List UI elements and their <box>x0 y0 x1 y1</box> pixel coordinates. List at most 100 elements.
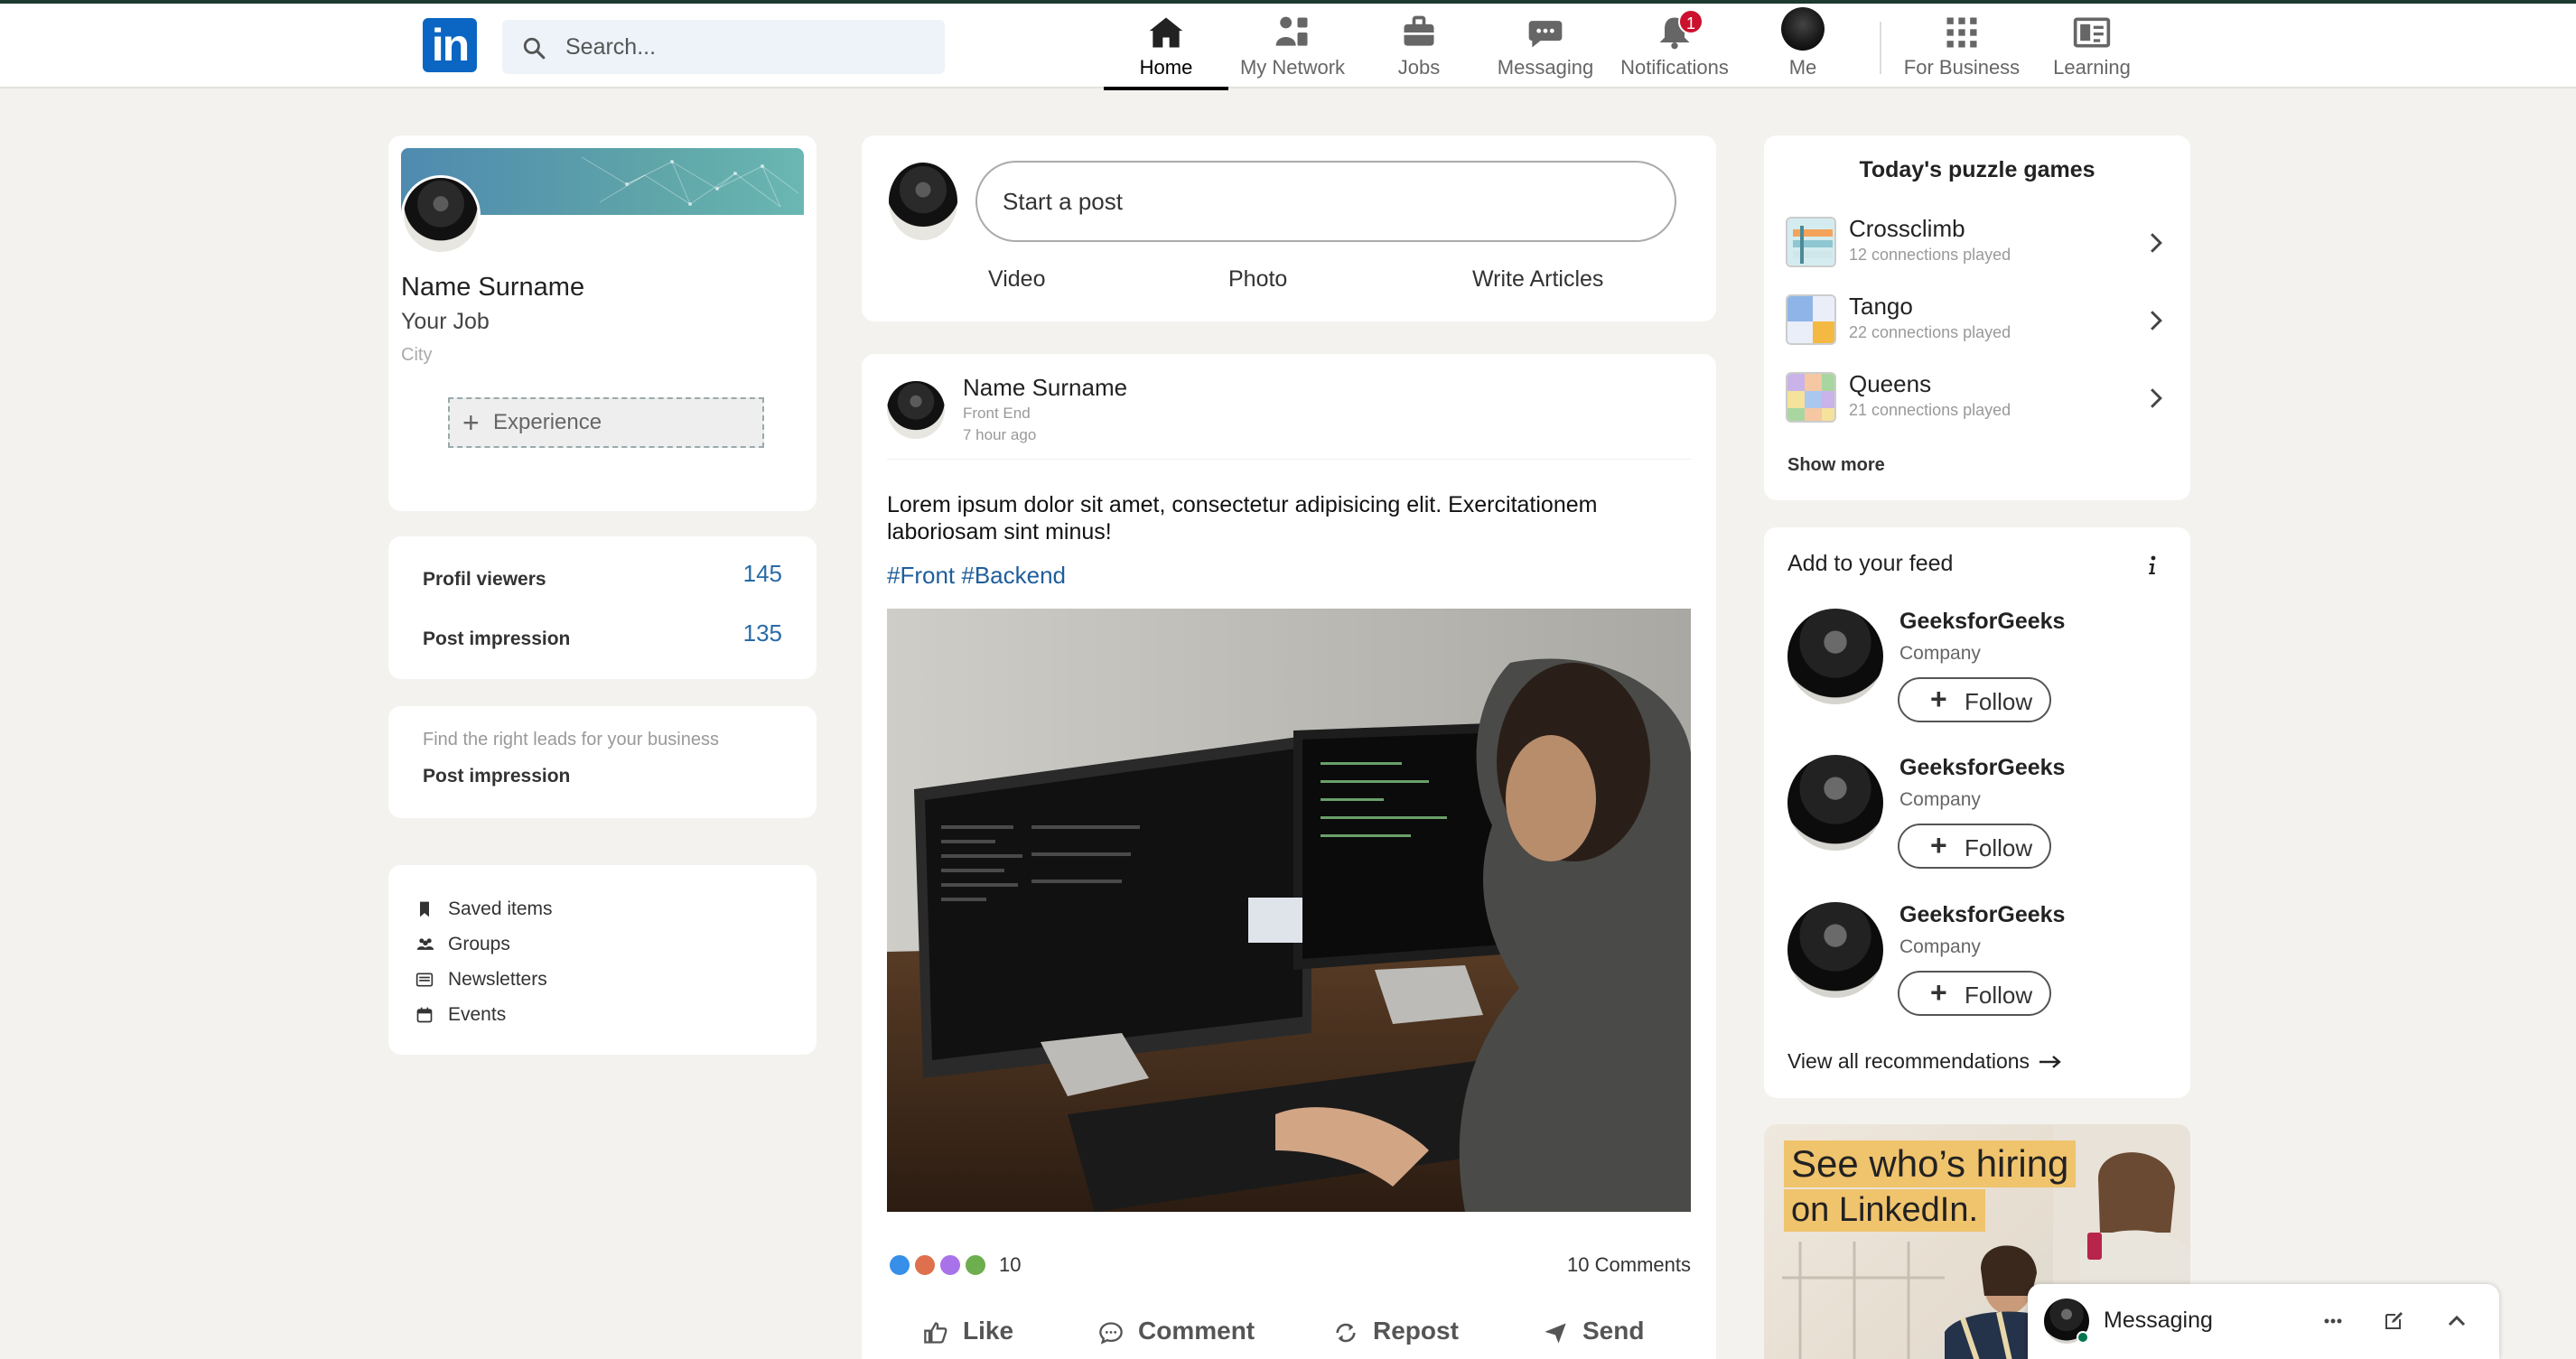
company-name[interactable]: GeeksforGeeks <box>1899 609 2065 635</box>
nav-home-label: Home <box>1139 56 1193 79</box>
profile-city: City <box>401 345 433 365</box>
game-title: Tango <box>1849 293 1913 320</box>
nav-for-business-label: For Business <box>1903 56 2021 79</box>
me-avatar <box>1781 7 1825 51</box>
reaction-icons <box>888 1253 987 1277</box>
follow-button[interactable]: + Follow <box>1898 971 2051 1016</box>
show-more-link[interactable]: Show more <box>1787 455 1885 476</box>
arrow-right-icon <box>2039 1056 2061 1068</box>
profile-name[interactable]: Name Surname <box>401 273 584 303</box>
shortcut-label: Groups <box>448 934 510 954</box>
briefcase-icon <box>1404 15 1434 46</box>
plus-icon: + <box>1930 683 1947 715</box>
search-box[interactable] <box>502 20 945 74</box>
follow-label: Follow <box>1965 834 2033 861</box>
comments-count[interactable]: 10 Comments <box>1567 1253 1691 1277</box>
game-subtitle: 22 connections played <box>1849 323 2011 341</box>
linkedin-logo[interactable]: in <box>423 18 477 72</box>
send-label: Send <box>1582 1317 1645 1345</box>
nav-jobs-label: Jobs <box>1397 56 1441 79</box>
recommendation-item: GeeksforGeeks Company + Follow <box>1787 609 2167 735</box>
add-to-feed-title: Add to your feed <box>1787 551 1954 576</box>
ad-headline-line2: on LinkedIn. <box>1784 1189 1986 1232</box>
composer-photo-button[interactable]: Photo <box>1228 266 1287 293</box>
learning-icon <box>2073 17 2111 48</box>
post-author-role: Front End <box>963 405 1031 422</box>
game-tango[interactable]: Tango 22 connections played <box>1786 291 2165 349</box>
nav-learning-label: Learning <box>2053 56 2131 79</box>
nav-my-network-label: My Network <box>1239 56 1346 79</box>
profile-avatar[interactable] <box>401 175 481 255</box>
nav-messaging[interactable]: Messaging <box>1483 4 1608 88</box>
chevron-right-icon <box>2151 233 2162 253</box>
company-name[interactable]: GeeksforGeeks <box>1899 902 2065 928</box>
nav-home[interactable]: Home <box>1104 4 1228 90</box>
company-avatar[interactable] <box>1787 755 1883 851</box>
follow-button[interactable]: + Follow <box>1898 677 2051 722</box>
queens-icon <box>1786 372 1836 423</box>
post-author-name[interactable]: Name Surname <box>963 374 1127 402</box>
reaction-count: 10 <box>999 1253 1022 1276</box>
thumbs-up-icon <box>924 1322 947 1344</box>
nav-for-business[interactable]: For Business <box>1897 4 2027 88</box>
repost-icon <box>1336 1323 1356 1343</box>
nav-jobs[interactable]: Jobs <box>1357 4 1481 88</box>
composer-write-article-button[interactable]: Write Articles <box>1472 266 1603 293</box>
stat-label: Post impression <box>423 628 571 649</box>
premium-promo-card[interactable]: Find the right leads for your business P… <box>388 706 817 818</box>
post-body-text: Lorem ipsum dolor sit amet, consectetur … <box>887 492 1598 545</box>
follow-button[interactable]: + Follow <box>1898 824 2051 869</box>
start-post-input[interactable]: Start a post <box>975 161 1676 242</box>
game-queens[interactable]: Queens 21 connections played <box>1786 368 2165 426</box>
post-timestamp: 7 hour ago <box>963 426 1037 443</box>
post-author-avatar[interactable] <box>887 381 945 439</box>
follow-label: Follow <box>1965 688 2033 715</box>
nav-divider <box>1880 22 1881 74</box>
profile-stats-card: Profil viewers 145 Post impression 135 <box>388 536 817 679</box>
company-avatar[interactable] <box>1787 609 1883 704</box>
puzzle-games-card: Today's puzzle games Crossclimb 12 conne… <box>1764 135 2190 500</box>
post-hashtags[interactable]: #Front #Backend <box>887 562 1066 590</box>
company-name[interactable]: GeeksforGeeks <box>1899 755 2065 781</box>
game-subtitle: 12 connections played <box>1849 246 2011 264</box>
add-experience-button[interactable]: + Experience <box>448 397 764 448</box>
online-status-dot <box>2077 1331 2089 1344</box>
notification-badge: 1 <box>1678 9 1703 34</box>
shortcut-label: Saved items <box>448 898 553 919</box>
nav-me-label: Me <box>1788 56 1817 79</box>
view-all-label: View all recommendations <box>1787 1049 2030 1073</box>
company-avatar[interactable] <box>1787 902 1883 998</box>
more-options-icon[interactable] <box>2324 1318 2342 1324</box>
compose-message-icon[interactable] <box>2384 1309 2405 1331</box>
messaging-dock[interactable]: Messaging <box>2028 1284 2499 1359</box>
grid-icon <box>1946 17 1977 48</box>
nav-learning[interactable]: Learning <box>2034 4 2150 88</box>
chevron-up-icon[interactable] <box>2447 1313 2467 1327</box>
profile-job: Your Job <box>401 309 490 334</box>
send-icon <box>1545 1323 1566 1344</box>
composer-avatar[interactable] <box>889 163 957 240</box>
search-input[interactable] <box>565 20 927 74</box>
composer-video-button[interactable]: Video <box>988 266 1046 293</box>
stat-value: 145 <box>742 560 782 587</box>
tango-icon <box>1786 294 1836 345</box>
chat-icon <box>1528 21 1563 48</box>
ad-headline-line1: See who’s hiring <box>1784 1140 2077 1187</box>
active-tab-indicator <box>1104 87 1228 90</box>
company-type: Company <box>1899 643 1981 664</box>
promo-label: Post impression <box>423 766 571 787</box>
shortcut-label: Events <box>448 1004 507 1025</box>
developer-at-desk-photo <box>887 609 1691 1212</box>
nav-me[interactable]: Me <box>1750 4 1855 88</box>
game-crossclimb[interactable]: Crossclimb 12 connections played <box>1786 213 2165 271</box>
stat-label: Profil viewers <box>423 569 546 590</box>
game-title: Crossclimb <box>1849 215 1965 242</box>
feed-post: Name Surname Front End 7 hour ago Lorem … <box>862 354 1716 1359</box>
comment-icon <box>1099 1322 1123 1345</box>
game-subtitle: 21 connections played <box>1849 401 2011 419</box>
nav-my-network[interactable]: My Network <box>1230 4 1355 88</box>
search-icon <box>523 37 546 60</box>
info-icon[interactable] <box>2147 554 2158 576</box>
nav-notifications[interactable]: 1 Notifications <box>1610 4 1740 88</box>
post-image[interactable] <box>887 609 1691 1212</box>
